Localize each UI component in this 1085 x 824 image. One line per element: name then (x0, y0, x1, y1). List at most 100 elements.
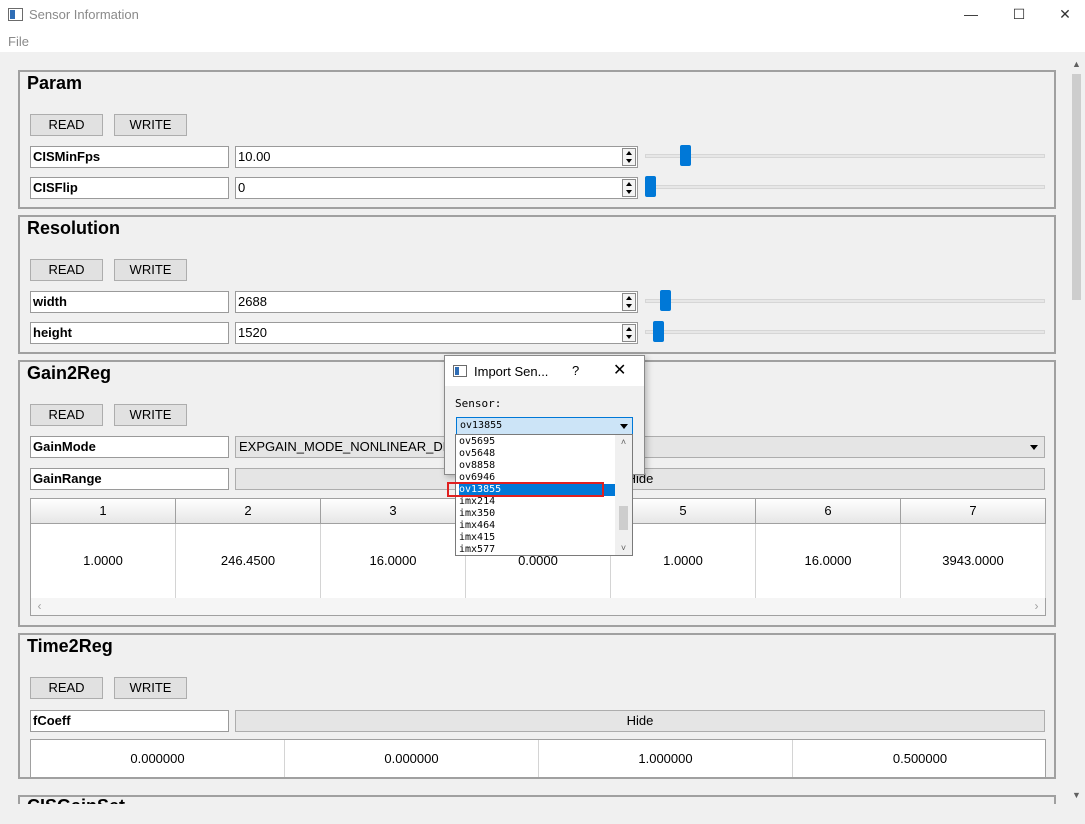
spin-arrows-icon[interactable] (622, 293, 636, 311)
cisgainset-title: CISGainSet (27, 796, 125, 804)
dialog-app-icon (453, 365, 467, 377)
window-title: Sensor Information (29, 7, 139, 22)
status-bar (0, 804, 1085, 824)
height-slider[interactable] (645, 321, 1045, 343)
height-spinbox[interactable]: 1520 (235, 322, 638, 344)
menu-bar: File (0, 30, 1085, 52)
width-spinbox[interactable]: 2688 (235, 291, 638, 313)
table-cell[interactable]: 1.000000 (539, 740, 793, 777)
param-write-button[interactable]: WRITE (114, 114, 187, 136)
chevron-down-icon (1030, 445, 1038, 450)
list-item[interactable]: imx415 (459, 532, 615, 544)
chevron-up-icon[interactable]: ▲ (1068, 56, 1085, 73)
scrollbar-thumb[interactable] (619, 506, 628, 530)
fcoeff-label: fCoeff (30, 710, 229, 732)
chevron-down-icon (620, 424, 628, 429)
cisgainset-group: CISGainSet (18, 795, 1056, 804)
gainmode-label: GainMode (30, 436, 229, 458)
slider-handle[interactable] (645, 176, 656, 197)
list-item[interactable]: imx464 (459, 520, 615, 532)
spin-arrows-icon[interactable] (622, 179, 636, 197)
table-cell[interactable]: 1.0000 (31, 524, 176, 598)
minimize-button[interactable]: — (948, 0, 994, 30)
column-header[interactable]: 2 (176, 499, 321, 524)
time2reg-read-button[interactable]: READ (30, 677, 103, 699)
list-item[interactable]: imx350 (459, 508, 615, 520)
list-item[interactable]: ov8858 (459, 460, 615, 472)
column-header[interactable]: 7 (901, 499, 1046, 524)
resolution-title: Resolution (27, 218, 120, 238)
time2reg-title: Time2Reg (27, 636, 113, 656)
slider-track (645, 299, 1045, 303)
cisflip-slider[interactable] (645, 176, 1045, 198)
gain2reg-write-button[interactable]: WRITE (114, 404, 187, 426)
chevron-down-icon[interactable]: ˅ (615, 541, 632, 555)
menu-file[interactable]: File (8, 34, 29, 49)
table-cell[interactable]: 0.000000 (31, 740, 285, 777)
list-item[interactable]: ov5695 (459, 436, 615, 448)
window-titlebar: Sensor Information — ☐ ✕ (0, 0, 1085, 30)
dialog-titlebar: Import Sen... ? ✕ (445, 356, 644, 386)
sensor-selected-value: ov13855 (460, 420, 503, 431)
param-title: Param (27, 73, 83, 93)
help-button[interactable]: ? (572, 363, 579, 378)
scrollbar-thumb[interactable] (1072, 74, 1081, 300)
selection-highlight-outline (447, 482, 604, 497)
slider-track (645, 154, 1045, 158)
chevron-down-icon[interactable]: ▼ (1068, 787, 1085, 804)
list-item[interactable]: ov5648 (459, 448, 615, 460)
cisflip-value: 0 (238, 180, 246, 195)
chevron-up-icon[interactable]: ˄ (615, 435, 632, 449)
list-item[interactable]: imx577 (459, 544, 615, 555)
horizontal-scrollbar[interactable]: ‹ › (31, 598, 1045, 615)
chevron-right-icon[interactable]: › (1028, 598, 1045, 615)
resolution-read-button[interactable]: READ (30, 259, 103, 281)
vertical-scrollbar[interactable]: ▲ ▼ (1068, 56, 1085, 804)
resolution-write-button[interactable]: WRITE (114, 259, 187, 281)
slider-handle[interactable] (653, 321, 664, 342)
close-button[interactable]: ✕ (1042, 0, 1085, 30)
gainrange-label: GainRange (30, 468, 229, 490)
cisminfps-value: 10.00 (238, 149, 271, 164)
slider-handle[interactable] (680, 145, 691, 166)
table-cell[interactable]: 0.000000 (285, 740, 539, 777)
gainmode-value: EXPGAIN_MODE_NONLINEAR_DB (239, 439, 452, 454)
slider-track (645, 330, 1045, 334)
sensor-combobox[interactable]: ov13855 (456, 417, 633, 435)
gain2reg-read-button[interactable]: READ (30, 404, 103, 426)
table-cell[interactable]: 0.500000 (793, 740, 1047, 777)
column-header[interactable]: 6 (756, 499, 901, 524)
height-label: height (30, 322, 229, 344)
width-value: 2688 (238, 294, 267, 309)
resolution-group: Resolution READ WRITE width 2688 height … (18, 215, 1056, 354)
fcoeff-hide-button[interactable]: Hide (235, 710, 1045, 732)
spin-arrows-icon[interactable] (622, 148, 636, 166)
dialog-title: Import Sen... (474, 364, 549, 379)
slider-track (645, 185, 1045, 189)
table-cell[interactable]: 16.0000 (321, 524, 466, 598)
param-read-button[interactable]: READ (30, 114, 103, 136)
cisflip-label: CISFlip (30, 177, 229, 199)
dialog-close-button[interactable]: ✕ (613, 360, 626, 380)
column-header[interactable]: 1 (31, 499, 176, 524)
list-item[interactable]: imx214 (459, 496, 615, 508)
width-slider[interactable] (645, 290, 1045, 312)
table-cell[interactable]: 16.0000 (756, 524, 901, 598)
time2reg-write-button[interactable]: WRITE (114, 677, 187, 699)
height-value: 1520 (238, 325, 267, 340)
table-cell[interactable]: 246.4500 (176, 524, 321, 598)
table-cell[interactable]: 3943.0000 (901, 524, 1046, 598)
slider-handle[interactable] (660, 290, 671, 311)
chevron-left-icon[interactable]: ‹ (31, 598, 48, 615)
cisminfps-label: CISMinFps (30, 146, 229, 168)
cisminfps-spinbox[interactable]: 10.00 (235, 146, 638, 168)
app-icon (8, 8, 23, 21)
width-label: width (30, 291, 229, 313)
column-header[interactable]: 3 (321, 499, 466, 524)
time2reg-group: Time2Reg READ WRITE fCoeff Hide 0.000000… (18, 633, 1056, 779)
cisminfps-slider[interactable] (645, 145, 1045, 167)
dropdown-scrollbar[interactable]: ˄ ˅ (615, 435, 632, 555)
maximize-button[interactable]: ☐ (996, 0, 1042, 30)
cisflip-spinbox[interactable]: 0 (235, 177, 638, 199)
spin-arrows-icon[interactable] (622, 324, 636, 342)
